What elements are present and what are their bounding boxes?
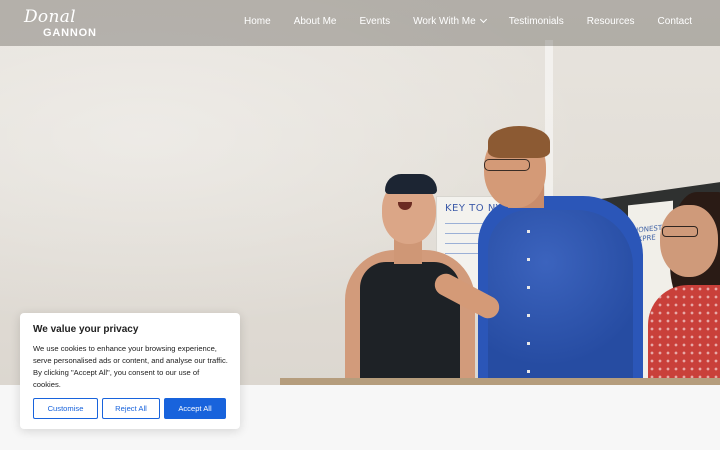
person-2-hair — [488, 126, 550, 158]
cookie-banner-body: We use cookies to enhance your browsing … — [33, 344, 228, 389]
nav-item-label: Work With Me — [413, 15, 476, 27]
nav-item-testimonials[interactable]: Testimonials — [509, 16, 564, 27]
floor-skirting — [280, 378, 720, 385]
person-3-dress-pattern — [648, 285, 720, 385]
chevron-down-icon — [479, 15, 487, 24]
nav-item-events[interactable]: Events — [360, 16, 391, 27]
nav-item-contact[interactable]: Contact — [658, 16, 692, 27]
nav-item-label: Events — [359, 15, 391, 27]
cookie-banner-title: We value your privacy — [33, 324, 139, 335]
logo-caps-text: GANNON — [43, 27, 97, 39]
reject-all-button[interactable]: Reject All — [102, 398, 160, 419]
person-2-shirt-shade — [488, 210, 633, 385]
nav-item-home[interactable]: Home — [244, 16, 271, 27]
cookie-consent-banner: We value your privacy We use cookies to … — [20, 313, 240, 429]
person-3-head — [660, 205, 718, 277]
page: KEY TO NVC HONEST EXPRE Donal GANNON Hom… — [0, 0, 720, 450]
nav-item-label: Resources — [586, 15, 635, 27]
person-1-beanie — [385, 174, 437, 194]
person-2-glasses — [484, 159, 530, 171]
customise-button[interactable]: Customise — [33, 398, 98, 419]
nav-item-resources[interactable]: Resources — [587, 16, 635, 27]
accept-all-button[interactable]: Accept All — [164, 398, 226, 419]
main-nav: Home About Me Events Work With Me Testim… — [221, 0, 692, 42]
nav-item-label: Home — [244, 15, 271, 27]
site-logo[interactable]: Donal GANNON — [24, 8, 96, 40]
nav-item-about-me[interactable]: About Me — [294, 16, 337, 27]
nav-item-work-with-me[interactable]: Work With Me — [413, 15, 487, 27]
nav-item-label: Testimonials — [508, 15, 564, 27]
nav-item-label: About Me — [293, 15, 337, 27]
site-header: Donal GANNON Home About Me Events Work W… — [0, 0, 720, 46]
person-2-shirt-buttons — [527, 230, 530, 380]
cookie-banner-actions: Customise Reject All Accept All — [33, 398, 226, 419]
person-3-glasses — [662, 226, 698, 237]
logo-script-text: Donal — [24, 7, 76, 27]
wall-pillar — [545, 40, 553, 210]
nav-item-label: Contact — [657, 15, 692, 27]
